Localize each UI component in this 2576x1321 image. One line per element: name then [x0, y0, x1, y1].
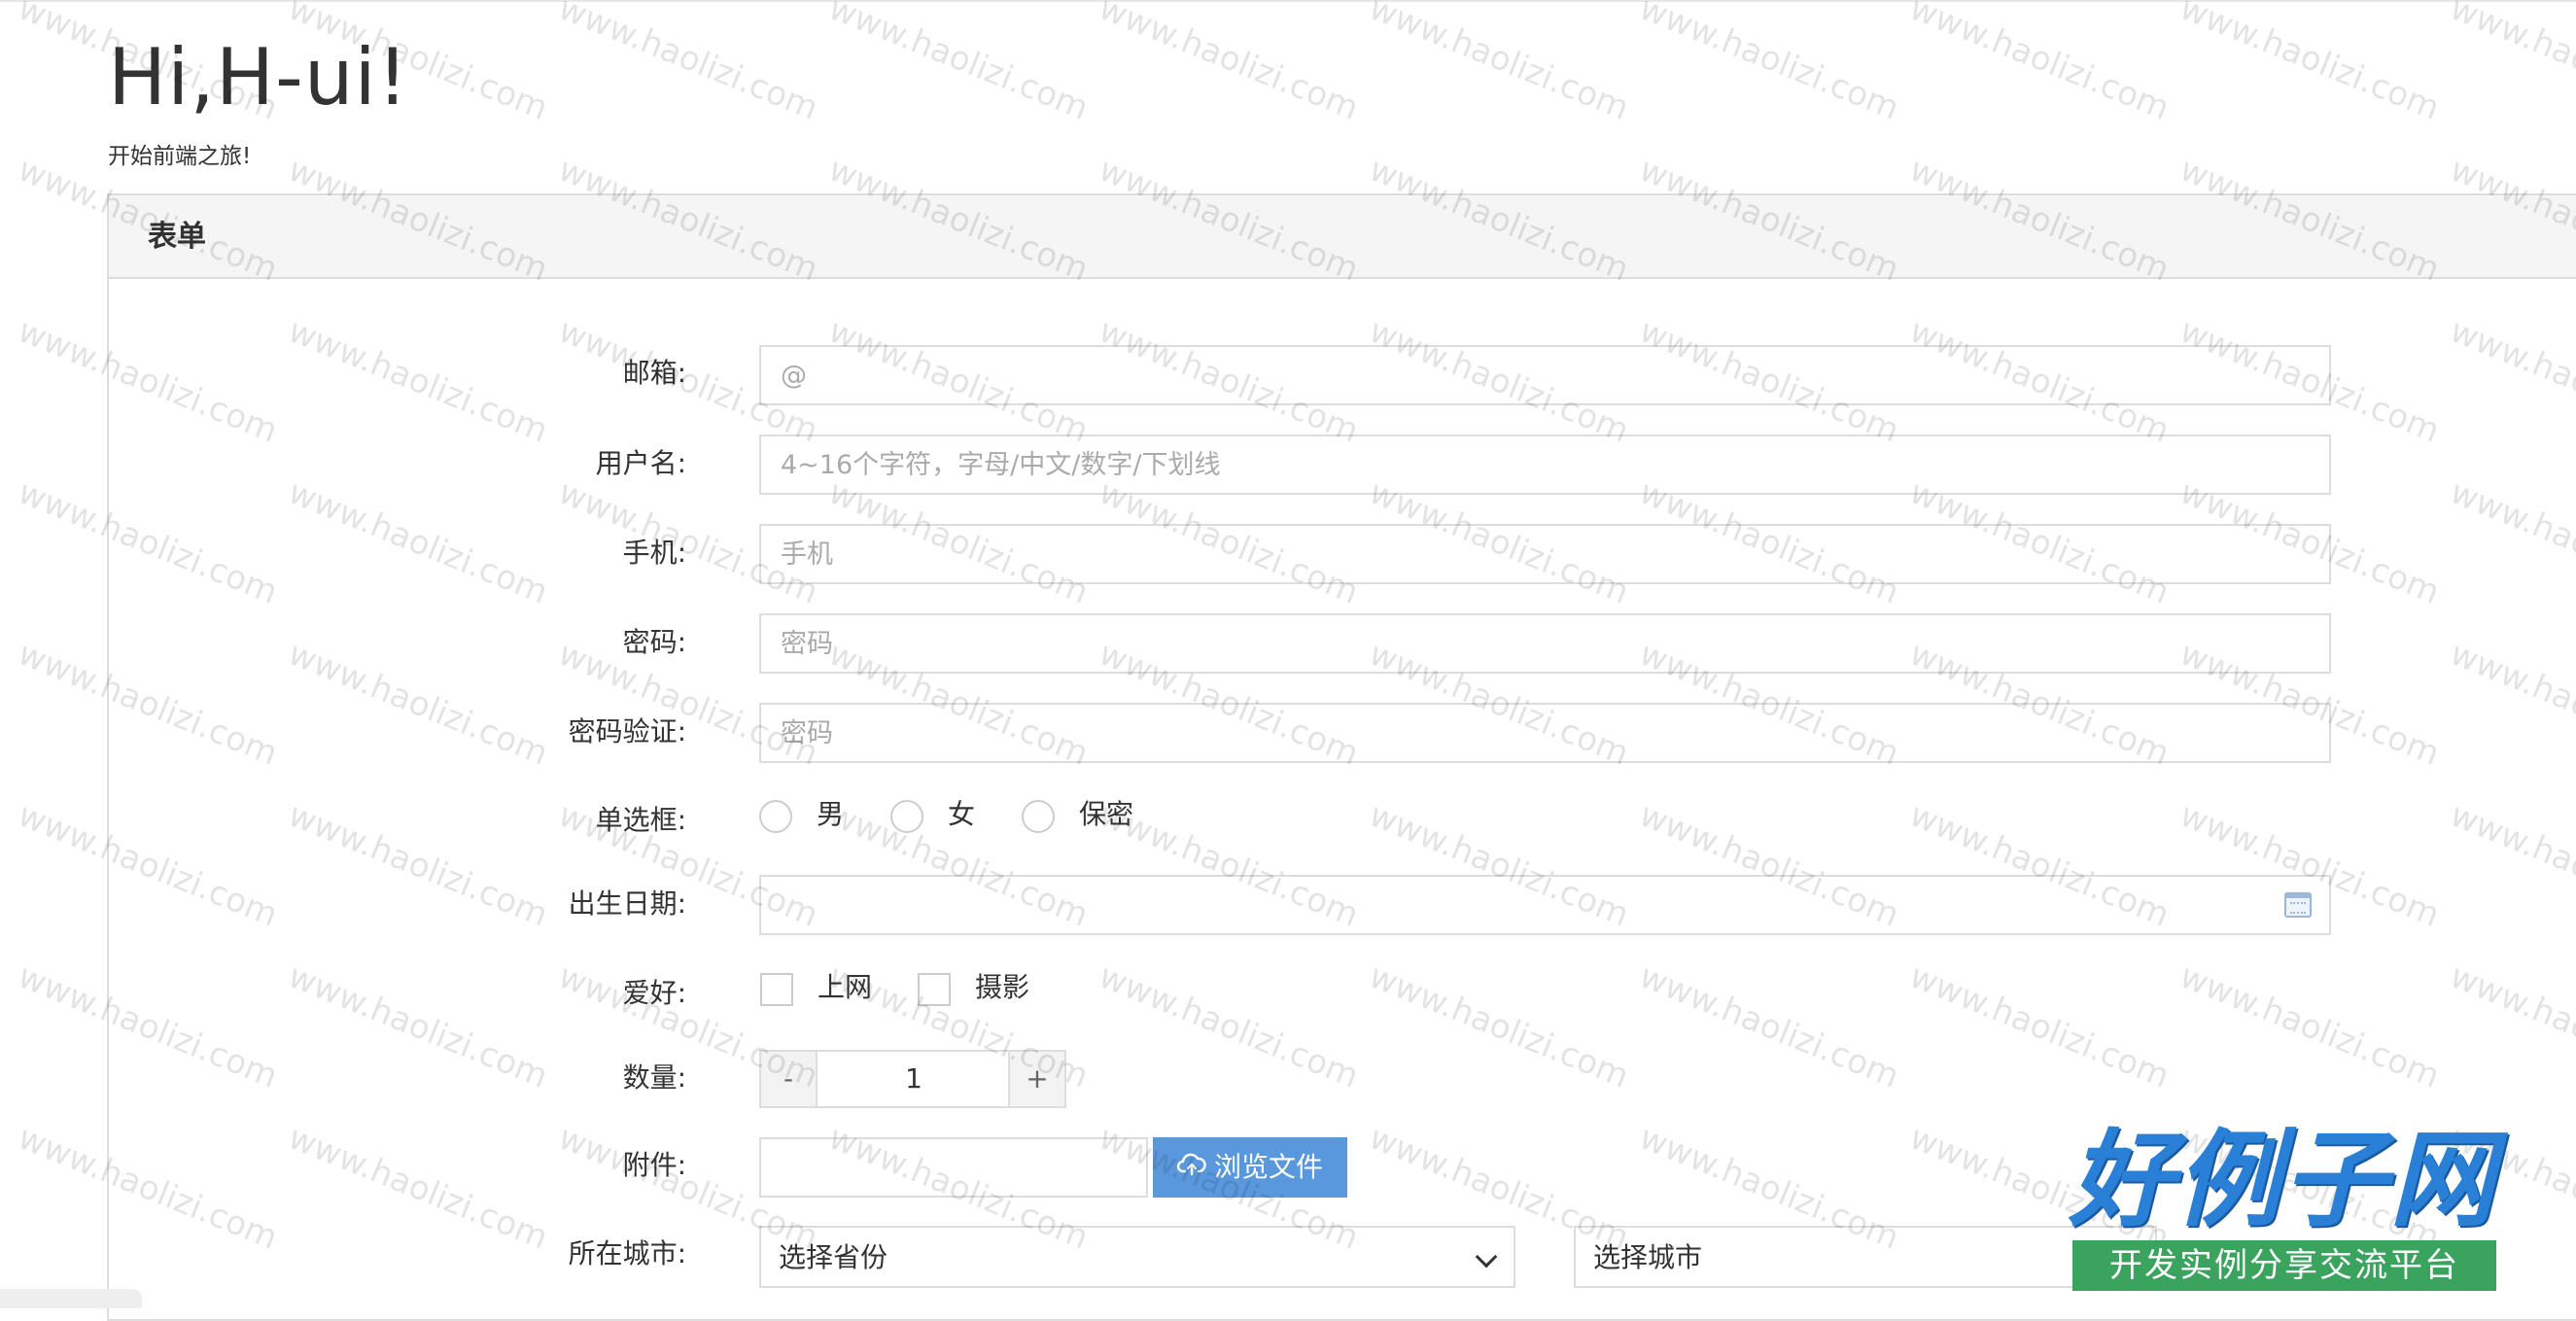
password-confirm-field-wrapper — [759, 703, 2331, 763]
panel-header: 表单 — [109, 195, 2576, 279]
top-border — [0, 0, 2576, 2]
watermark-text: www.haolizi.com — [2444, 0, 2576, 128]
page-subtitle: 开始前端之旅! — [108, 144, 252, 169]
checkbox-internet[interactable] — [760, 973, 793, 1006]
radio-female[interactable] — [890, 800, 923, 833]
watermark-text: www.haolizi.com — [1093, 0, 1365, 128]
attachment-filename-field[interactable] — [759, 1137, 1148, 1198]
bottom-left-tab — [0, 1289, 142, 1308]
password-field-wrapper — [759, 613, 2331, 674]
phone-field-wrapper — [759, 524, 2331, 584]
email-field-wrapper — [759, 345, 2331, 405]
watermark-text: www.haolizi.com — [552, 0, 824, 128]
browse-file-label: 浏览文件 — [1213, 1151, 1323, 1183]
watermark-text: www.haolizi.com — [1633, 0, 1905, 128]
radio-male-label: 男 — [817, 798, 845, 830]
username-label: 用户名: — [595, 447, 686, 479]
password-field[interactable] — [761, 615, 2329, 672]
quantity-input[interactable]: 1 — [818, 1050, 1010, 1108]
brand-slogan: 开发实例分享交流平台 — [2072, 1240, 2496, 1291]
province-select[interactable]: 选择省份 — [759, 1226, 1515, 1288]
browse-file-button[interactable]: 浏览文件 — [1153, 1137, 1347, 1198]
city-label: 所在城市: — [568, 1237, 686, 1269]
watermark-text: www.haolizi.com — [2174, 0, 2446, 128]
phone-field[interactable] — [761, 526, 2329, 582]
watermark-text: www.haolizi.com — [1363, 0, 1635, 128]
password-confirm-label: 密码验证: — [568, 715, 686, 747]
quantity-minus-button[interactable]: - — [759, 1050, 818, 1108]
username-field[interactable] — [761, 436, 2329, 493]
phone-label: 手机: — [622, 537, 686, 569]
calendar-icon[interactable] — [2284, 892, 2312, 918]
quantity-plus-button[interactable]: + — [1008, 1050, 1066, 1108]
email-field[interactable] — [761, 347, 2329, 403]
radio-secret[interactable] — [1022, 800, 1055, 833]
page-title: Hi,H-ui! — [108, 32, 409, 122]
city-select-value: 选择城市 — [1593, 1241, 1703, 1273]
panel-title: 表单 — [148, 220, 206, 254]
email-label: 邮箱: — [622, 357, 686, 389]
checkbox-photography[interactable] — [918, 973, 951, 1006]
birthday-field-wrapper — [759, 875, 2331, 935]
hobby-label: 爱好: — [622, 977, 686, 1009]
checkbox-photography-label: 摄影 — [975, 971, 1030, 1003]
watermark-text: www.haolizi.com — [822, 0, 1095, 128]
radio-female-label: 女 — [948, 798, 976, 830]
chevron-down-icon — [1475, 1245, 1498, 1269]
radio-secret-label: 保密 — [1079, 798, 1134, 830]
attachment-label: 附件: — [622, 1149, 686, 1181]
province-select-value: 选择省份 — [779, 1241, 888, 1273]
checkbox-internet-label: 上网 — [818, 971, 873, 1003]
brand-logo-text: 好例子网 — [2069, 1119, 2497, 1241]
radio-group-label: 单选框: — [595, 804, 686, 836]
password-label: 密码: — [622, 626, 686, 658]
radio-male[interactable] — [759, 800, 792, 833]
birthday-field[interactable] — [761, 877, 2329, 933]
password-confirm-field[interactable] — [761, 705, 2329, 761]
username-field-wrapper — [759, 435, 2331, 495]
watermark-text: www.haolizi.com — [1903, 0, 2176, 128]
upload-cloud-icon — [1176, 1138, 1206, 1199]
quantity-label: 数量: — [622, 1061, 686, 1094]
birthday-label: 出生日期: — [568, 887, 686, 920]
